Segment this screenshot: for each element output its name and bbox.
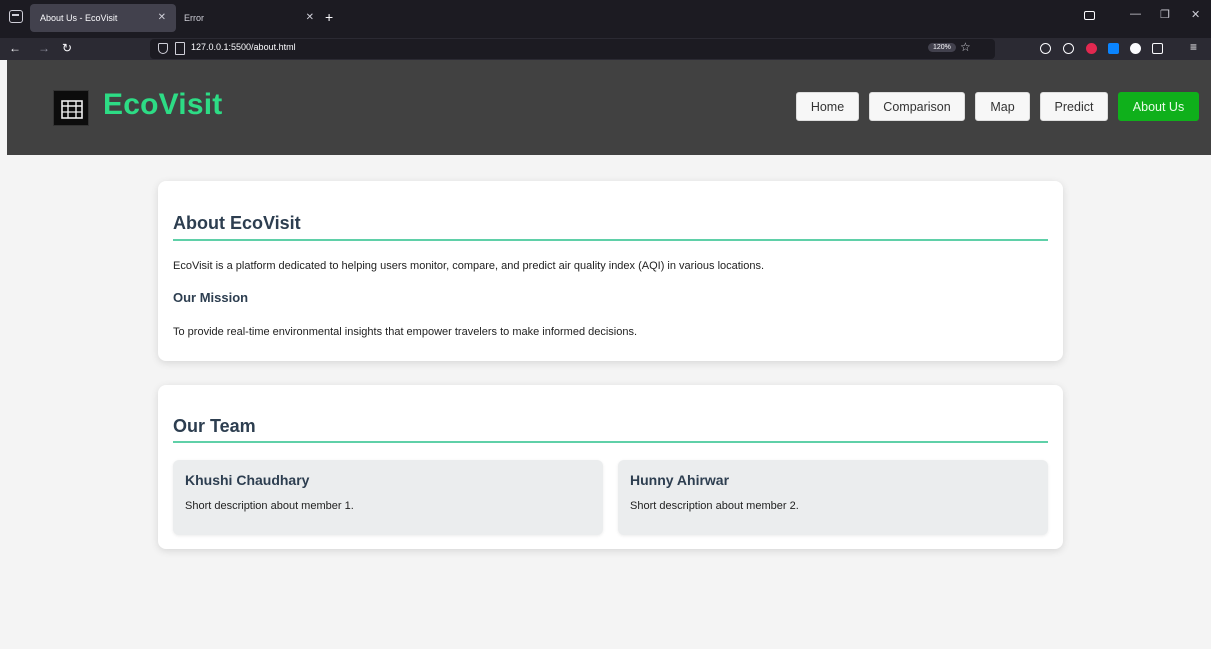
account-icon[interactable] — [1063, 43, 1074, 54]
bookmark-star-icon[interactable]: ☆ — [960, 40, 971, 54]
nav-predict-button[interactable]: Predict — [1040, 92, 1108, 121]
nav-about-us-button[interactable]: About Us — [1118, 92, 1199, 121]
tracking-shield-icon[interactable] — [158, 43, 168, 54]
extension-icon[interactable] — [1108, 43, 1119, 54]
url-text[interactable]: 127.0.0.1:5500/about.html — [191, 42, 296, 52]
site-header: EcoVisit Home Comparison Map Predict Abo… — [7, 60, 1211, 155]
about-intro: EcoVisit is a platform dedicated to help… — [173, 260, 765, 272]
mission-text: To provide real-time environmental insig… — [173, 326, 638, 338]
member-description: Short description about member 1. — [185, 500, 354, 512]
window-tabs-icon[interactable] — [1084, 11, 1095, 20]
team-divider — [173, 441, 1048, 443]
reload-icon[interactable]: ↻ — [62, 41, 72, 55]
extension-dark-icon[interactable] — [1130, 43, 1141, 54]
tab-title: About Us - EcoVisit — [40, 13, 118, 23]
nav-map-button[interactable]: Map — [975, 92, 1030, 121]
extensions-puzzle-icon[interactable] — [1152, 43, 1163, 54]
close-tab-icon[interactable]: ✕ — [306, 4, 314, 32]
mission-heading: Our Mission — [173, 290, 249, 305]
nav-comparison-button[interactable]: Comparison — [869, 92, 965, 121]
address-bar[interactable]: 127.0.0.1:5500/about.html 120% ☆ — [150, 39, 995, 59]
browser-tab-strip: About Us - EcoVisit ✕ Error ✕ + — ❐ ✕ — [0, 0, 1211, 38]
minimize-icon[interactable]: — — [1130, 8, 1141, 20]
tab-error[interactable]: Error ✕ — [174, 4, 324, 32]
app-menu-icon[interactable]: ≡ — [1190, 40, 1197, 54]
tab-list-icon[interactable] — [9, 10, 23, 23]
close-window-icon[interactable]: ✕ — [1191, 8, 1200, 21]
site-brand[interactable]: EcoVisit — [103, 88, 222, 122]
about-divider — [173, 239, 1048, 241]
nav-home-button[interactable]: Home — [796, 92, 859, 121]
member-description: Short description about member 2. — [630, 500, 799, 512]
logo-icon[interactable] — [53, 90, 89, 126]
tab-about-us[interactable]: About Us - EcoVisit ✕ — [30, 4, 176, 32]
tab-title: Error — [184, 13, 204, 23]
forward-icon[interactable]: → — [38, 41, 50, 55]
about-title: About EcoVisit — [173, 213, 301, 233]
about-card: About EcoVisit EcoVisit is a platform de… — [158, 181, 1063, 361]
team-member-card: Khushi Chaudhary Short description about… — [173, 460, 603, 535]
zoom-level-badge[interactable]: 120% — [928, 43, 956, 52]
member-name: Hunny Ahirwar — [630, 472, 730, 488]
browser-nav-bar: ← → ↻ 127.0.0.1:5500/about.html 120% ☆ ≡ — [0, 38, 1211, 60]
member-name: Khushi Chaudhary — [185, 472, 310, 488]
back-icon[interactable]: ← — [9, 41, 21, 55]
new-tab-icon[interactable]: + — [325, 9, 333, 25]
team-title: Our Team — [173, 416, 256, 436]
team-member-card: Hunny Ahirwar Short description about me… — [618, 460, 1048, 535]
page-info-icon[interactable] — [175, 42, 185, 55]
pocket-icon[interactable] — [1040, 43, 1051, 54]
close-tab-icon[interactable]: ✕ — [158, 4, 166, 32]
team-card: Our Team Khushi Chaudhary Short descript… — [158, 385, 1063, 549]
extension-ublock-icon[interactable] — [1086, 43, 1097, 54]
restore-icon[interactable]: ❐ — [1160, 8, 1170, 21]
